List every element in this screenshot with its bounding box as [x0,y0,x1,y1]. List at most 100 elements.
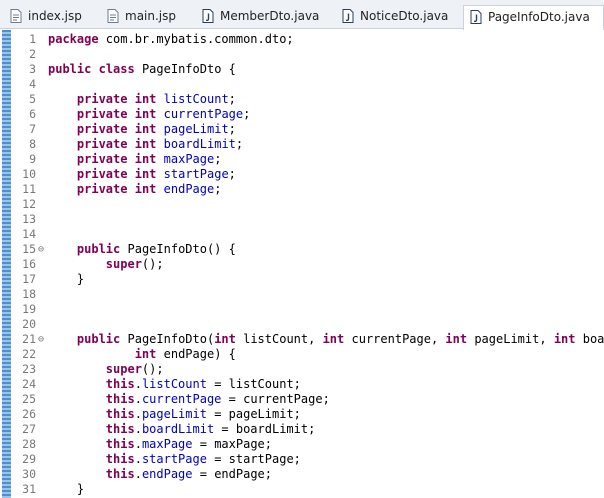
tab-label: PageInfoDto.java [488,10,590,24]
keyword-token: int [134,167,157,181]
line-number: 12 [22,197,36,211]
tab-index-jsp[interactable]: index.jsp [4,5,100,29]
code-token: = currentPage; [221,392,330,406]
code-token: ; [228,122,236,136]
keyword-token: int [134,107,157,121]
code-editor[interactable]: 1 2 3 4 5 6 7 8 9 10 11 12 13 14 15 ⊖ 16 17 18 19 20 21 ⊖ 22 23 2… [0,29,604,498]
code-line[interactable]: super(); [48,257,164,272]
keyword-token: this [105,392,135,406]
line-number: 22 [22,347,36,361]
code-line[interactable]: private int pageLimit; [48,122,236,137]
code-line[interactable]: private int listCount; [48,92,236,107]
code-line[interactable]: } [48,482,84,497]
field-token: pageLimit [163,122,229,136]
code-line[interactable]: this.endPage = endPage; [48,467,272,482]
tab-pageinfodto-java[interactable]: PageInfoDto.java [463,5,604,30]
tab-label: index.jsp [28,9,82,23]
code-token: . [134,437,142,451]
code-line[interactable]: private int currentPage; [48,107,250,122]
code-token: = startPage; [206,452,301,466]
line-number: 2 [29,47,36,61]
tab-memberdto-java[interactable]: MemberDto.java [196,5,334,29]
line-number: 7 [29,122,36,136]
line-number: 16 [22,257,36,271]
jsp-file-icon [107,9,119,23]
code-token: ; [243,107,251,121]
code-line[interactable]: this.pageLimit = pageLimit; [48,407,301,422]
line-number: 20 [22,317,36,331]
line-number: 6 [29,107,36,121]
code-line[interactable]: public class PageInfoDto { [48,62,236,77]
code-token: (); [141,362,164,376]
code-line[interactable]: this.currentPage = currentPage; [48,392,330,407]
tab-label: main.jsp [125,9,176,23]
code-line[interactable]: public PageInfoDto() { [48,242,236,257]
code-token: = endPage; [192,467,272,481]
code-token: currentPage, [344,332,446,346]
keyword-token: public [76,332,121,346]
code-line[interactable]: this.boardLimit = boardLimit; [48,422,316,437]
code-line[interactable]: this.maxPage = maxPage; [48,437,272,452]
keyword-token: this [105,467,135,481]
code-line[interactable]: int endPage) { [48,347,236,362]
line-number: 19 [22,302,36,316]
code-line[interactable]: private int startPage; [48,167,236,182]
code-line[interactable]: public PageInfoDto(int listCount, int cu… [48,332,604,347]
line-number: 30 [22,467,36,481]
code-token: = boardLimit; [214,422,316,436]
code-token: . [134,407,142,421]
line-number: 26 [22,407,36,421]
fold-toggle-icon[interactable]: ⊖ [38,242,48,257]
field-token: pageLimit [141,407,207,421]
field-token: boardLimit [163,137,236,151]
code-line[interactable]: this.startPage = startPage; [48,452,301,467]
tab-noticedto-java[interactable]: NoticeDto.java [336,5,460,29]
code-line[interactable]: } [48,272,84,287]
keyword-token: this [105,437,135,451]
code-line[interactable]: private int endPage; [48,182,222,197]
keyword-token: int [322,332,345,346]
code-token: . [134,377,142,391]
code-line[interactable]: this.listCount = listCount; [48,377,301,392]
code-token: ; [235,137,244,151]
keyword-token: int [214,332,236,346]
line-number: 21 [22,332,36,346]
code-token: com.br.mybatis.common.dto; [98,32,294,46]
code-line[interactable]: private int maxPage; [48,152,222,167]
code-line[interactable]: package com.br.mybatis.common.dto; [48,32,294,47]
code-line[interactable]: super(); [48,362,164,377]
line-number: 17 [22,272,36,286]
line-number: 1 [29,32,36,46]
fold-toggle-icon[interactable]: ⊖ [38,332,48,347]
keyword-token: int [445,332,468,346]
field-token: listCount [163,92,229,106]
field-token: currentPage [163,107,244,121]
tab-main-jsp[interactable]: main.jsp [101,5,193,29]
tab-label: MemberDto.java [220,9,320,23]
line-number: 27 [22,422,36,436]
line-number: 5 [29,92,36,106]
field-token: currentPage [141,392,222,406]
code-token: = maxPage; [192,437,272,451]
code-token: . [134,422,142,436]
code-line[interactable]: private int boardLimit; [48,137,243,152]
field-token: endPage [141,467,193,481]
editor-tab-bar: index.jsp main.jsp MemberDto.java Notice… [0,0,604,30]
code-token: PageInfoDto { [134,62,236,76]
code-token: ; [214,152,222,166]
line-number: 28 [22,437,36,451]
field-token: maxPage [141,437,193,451]
